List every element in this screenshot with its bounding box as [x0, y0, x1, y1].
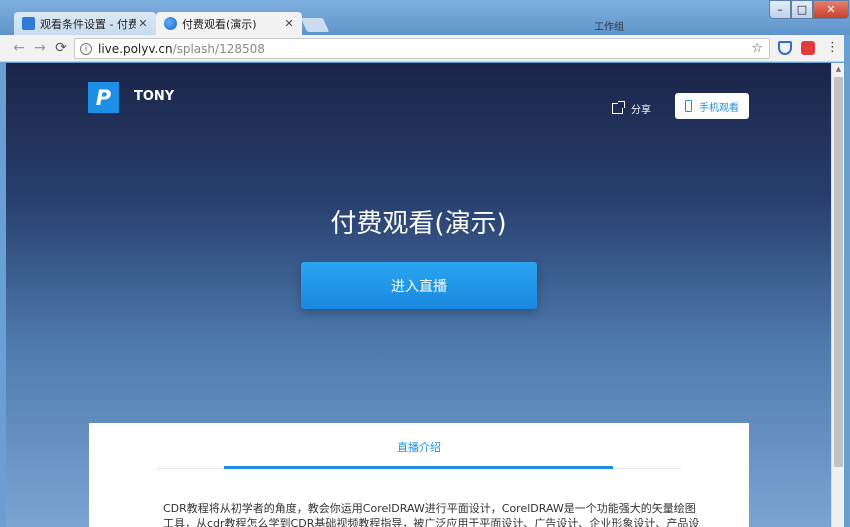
- share-icon: [612, 101, 625, 114]
- globe-icon: [164, 17, 177, 30]
- minimize-button[interactable]: –: [769, 0, 791, 19]
- intro-panel: 直播介绍 CDR教程将从初学者的角度，教会你运用CorelDRAW进行平面设计，…: [89, 423, 749, 527]
- mobile-watch-button[interactable]: 手机观看: [675, 93, 749, 119]
- page-viewport: P TONY 分享 手机观看 付费观看(演示) 进入直播 直播介绍 CDR教程将…: [6, 63, 831, 527]
- maximize-button[interactable]: □: [791, 0, 813, 19]
- shield-extension-icon[interactable]: [778, 41, 792, 55]
- browser-menu-icon[interactable]: ⋮: [826, 40, 839, 55]
- tab-title: 付费观看(演示): [182, 17, 257, 31]
- red-extension-icon[interactable]: [801, 41, 815, 55]
- scroll-thumb[interactable]: [834, 77, 843, 467]
- tab-close-icon[interactable]: ✕: [282, 17, 296, 30]
- tab-close-icon[interactable]: ✕: [136, 17, 150, 30]
- share-label: 分享: [631, 105, 651, 116]
- phone-icon: [685, 100, 692, 112]
- polyv-logo: P: [88, 82, 119, 113]
- page-scrollbar[interactable]: ▲: [831, 63, 844, 527]
- scroll-up-arrow-icon[interactable]: ▲: [834, 65, 843, 74]
- reload-icon[interactable]: ⟳: [52, 39, 70, 57]
- site-info-icon[interactable]: i: [80, 42, 92, 55]
- profile-button[interactable]: 工作组: [582, 16, 644, 34]
- tab-watch-conditions[interactable]: 观看条件设置 - 付费观看 ✕: [14, 12, 156, 35]
- address-bar[interactable]: i live.polyv.cn /splash/128508 ☆: [74, 38, 770, 59]
- tab-title: 观看条件设置 - 付费观看: [40, 17, 136, 31]
- intro-text: CDR教程将从初学者的角度，教会你运用CorelDRAW进行平面设计，Corel…: [163, 502, 700, 527]
- mobile-watch-label: 手机观看: [699, 102, 739, 114]
- active-tab-indicator: [224, 466, 613, 469]
- tab-paid-viewing[interactable]: 付费观看(演示) ✕: [156, 12, 302, 35]
- page-favicon-icon: [22, 17, 35, 30]
- url-path: /splash/128508: [172, 41, 265, 56]
- channel-name: TONY: [134, 89, 175, 104]
- back-arrow-icon[interactable]: ←: [10, 39, 28, 57]
- browser-window: 观看条件设置 - 付费观看 ✕ 付费观看(演示) ✕ 工作组 – □ ✕ ← →…: [0, 0, 850, 527]
- share-button[interactable]: 分享: [612, 101, 651, 116]
- close-window-button[interactable]: ✕: [813, 0, 849, 19]
- bookmark-star-icon[interactable]: ☆: [751, 41, 763, 56]
- forward-arrow-icon[interactable]: →: [31, 39, 49, 57]
- url-host: live.polyv.cn: [98, 41, 173, 56]
- browser-toolbar: ← → ⟳ i live.polyv.cn /splash/128508 ☆ ⋮: [0, 35, 850, 62]
- new-tab-button[interactable]: [300, 18, 330, 32]
- window-frame-right: [844, 35, 850, 527]
- tab-live-intro[interactable]: 直播介绍: [89, 439, 749, 455]
- page-title: 付费观看(演示): [330, 209, 507, 239]
- tab-strip: 观看条件设置 - 付费观看 ✕ 付费观看(演示) ✕ 工作组 – □ ✕: [0, 0, 850, 35]
- enter-live-button[interactable]: 进入直播: [301, 262, 537, 309]
